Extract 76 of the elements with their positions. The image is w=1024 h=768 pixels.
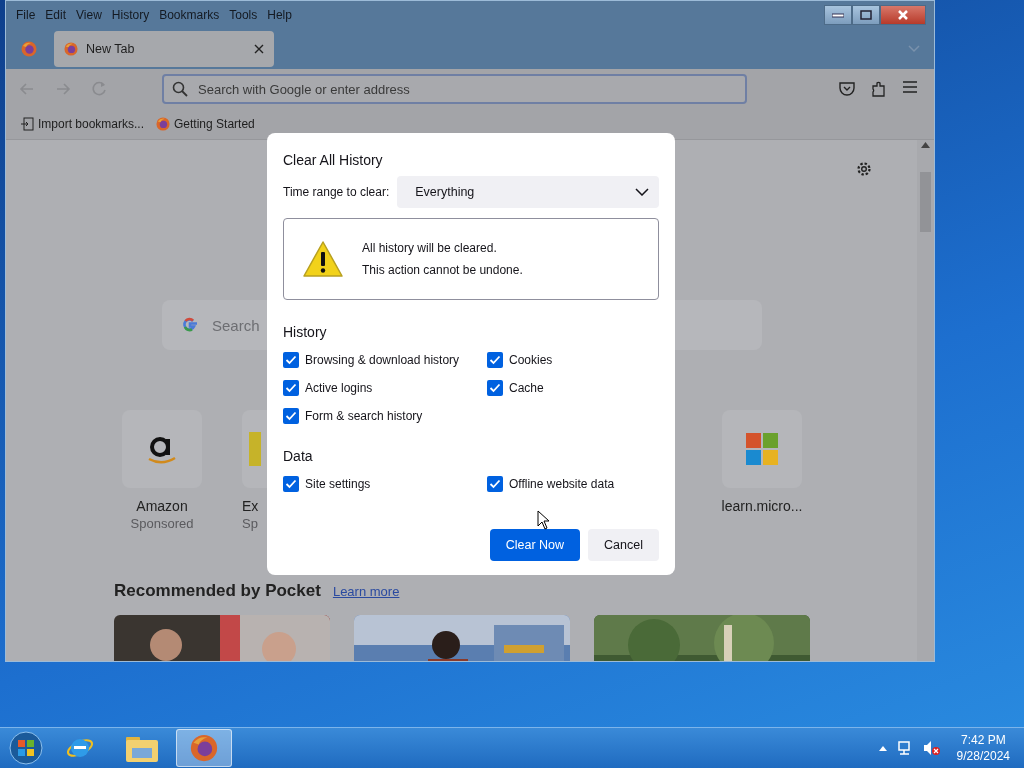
section-heading: History xyxy=(283,324,328,340)
bookmark-item[interactable]: Getting Started xyxy=(156,117,255,131)
section-heading: Data xyxy=(283,448,314,464)
clock[interactable]: 7:42 PM 9/28/2024 xyxy=(956,733,1010,763)
menu-item[interactable]: View xyxy=(76,8,102,26)
start-orb-icon xyxy=(9,731,43,765)
menu-icon[interactable] xyxy=(902,80,918,94)
checkbox-option[interactable]: Browsing & download history xyxy=(283,352,487,368)
browser-tab[interactable]: New Tab xyxy=(54,31,274,67)
close-button[interactable] xyxy=(880,5,926,25)
muted-speaker-icon[interactable] xyxy=(922,740,941,756)
checkbox[interactable] xyxy=(487,476,503,492)
mouse-cursor-icon xyxy=(537,510,551,530)
firefox-icon xyxy=(64,42,78,56)
checkbox[interactable] xyxy=(487,380,503,396)
checkbox[interactable] xyxy=(283,352,299,368)
pocket-icon[interactable] xyxy=(838,80,856,98)
caret-up-icon[interactable] xyxy=(878,745,887,751)
checkbox-option[interactable]: Active logins xyxy=(283,380,487,396)
section-heading: Recommended by Pocket xyxy=(114,581,321,601)
warning-text: This action cannot be undone. xyxy=(362,263,523,277)
checkbox-option[interactable]: Cache xyxy=(487,380,659,396)
windows-logo-icon xyxy=(746,433,778,465)
firefox-icon xyxy=(156,117,171,131)
close-icon[interactable] xyxy=(254,44,264,54)
tile-title[interactable]: Amazon xyxy=(136,498,188,514)
chevron-down-icon xyxy=(635,188,649,196)
learn-more-link[interactable]: Learn more xyxy=(332,584,400,599)
tile-background[interactable] xyxy=(242,410,267,488)
tile-title[interactable]: Ex xyxy=(242,498,259,514)
menu-item[interactable]: Bookmarks xyxy=(159,8,220,26)
close-icon xyxy=(897,9,909,21)
warning-icon xyxy=(302,240,344,278)
menu-item[interactable]: Edit xyxy=(45,8,67,26)
settings-icon[interactable] xyxy=(855,160,873,178)
bookmark-item[interactable]: Import bookmarks... xyxy=(20,117,145,131)
minimize-button[interactable] xyxy=(824,5,852,25)
maximize-icon xyxy=(860,10,872,20)
menu-item[interactable]: Help xyxy=(267,8,292,26)
menu-item[interactable]: History xyxy=(111,8,150,26)
address-bar[interactable]: Search with Google or enter address xyxy=(162,74,747,104)
menu-item[interactable]: File xyxy=(16,8,36,26)
checkbox-option[interactable]: Cookies xyxy=(487,352,659,368)
dialog-title: Clear All History xyxy=(283,152,384,168)
tile-title[interactable]: learn.micro... xyxy=(721,498,803,514)
time-range-label: Time range to clear: xyxy=(283,185,390,199)
checkbox-option[interactable]: Site settings xyxy=(283,476,487,492)
network-icon[interactable] xyxy=(896,740,913,756)
search-icon xyxy=(172,81,188,97)
checkbox-option[interactable]: Offline website data xyxy=(487,476,659,492)
folder-icon xyxy=(126,734,158,762)
scrollbar[interactable] xyxy=(917,140,934,661)
import-icon xyxy=(20,117,34,131)
confirm-button[interactable]: Clear Now xyxy=(489,529,581,561)
minimize-icon xyxy=(832,12,844,18)
maximize-button[interactable] xyxy=(852,5,880,25)
checkbox[interactable] xyxy=(283,408,299,424)
checkbox[interactable] xyxy=(487,352,503,368)
tile-subtitle: Sponsored xyxy=(130,516,194,531)
tile-subtitle: Sp xyxy=(242,516,258,531)
checkbox[interactable] xyxy=(283,380,299,396)
time-range-dropdown[interactable]: Everything xyxy=(397,176,659,208)
taskbar-app[interactable] xyxy=(176,729,232,767)
puzzle-piece-icon[interactable] xyxy=(870,80,888,98)
firefox-icon xyxy=(190,734,218,762)
start-button[interactable] xyxy=(6,728,46,768)
tile-background[interactable] xyxy=(122,410,202,488)
logo-icon xyxy=(248,432,261,466)
cancel-button[interactable]: Cancel xyxy=(588,529,659,561)
menu-item[interactable]: Tools xyxy=(229,8,258,26)
checkbox[interactable] xyxy=(283,476,299,492)
tile-background[interactable] xyxy=(722,410,802,488)
checkbox-option[interactable]: Form & search history xyxy=(283,408,487,424)
scroll-up-arrow-icon[interactable] xyxy=(921,142,930,148)
firefox-icon xyxy=(21,41,37,57)
warning-text: All history will be cleared. xyxy=(362,241,498,255)
